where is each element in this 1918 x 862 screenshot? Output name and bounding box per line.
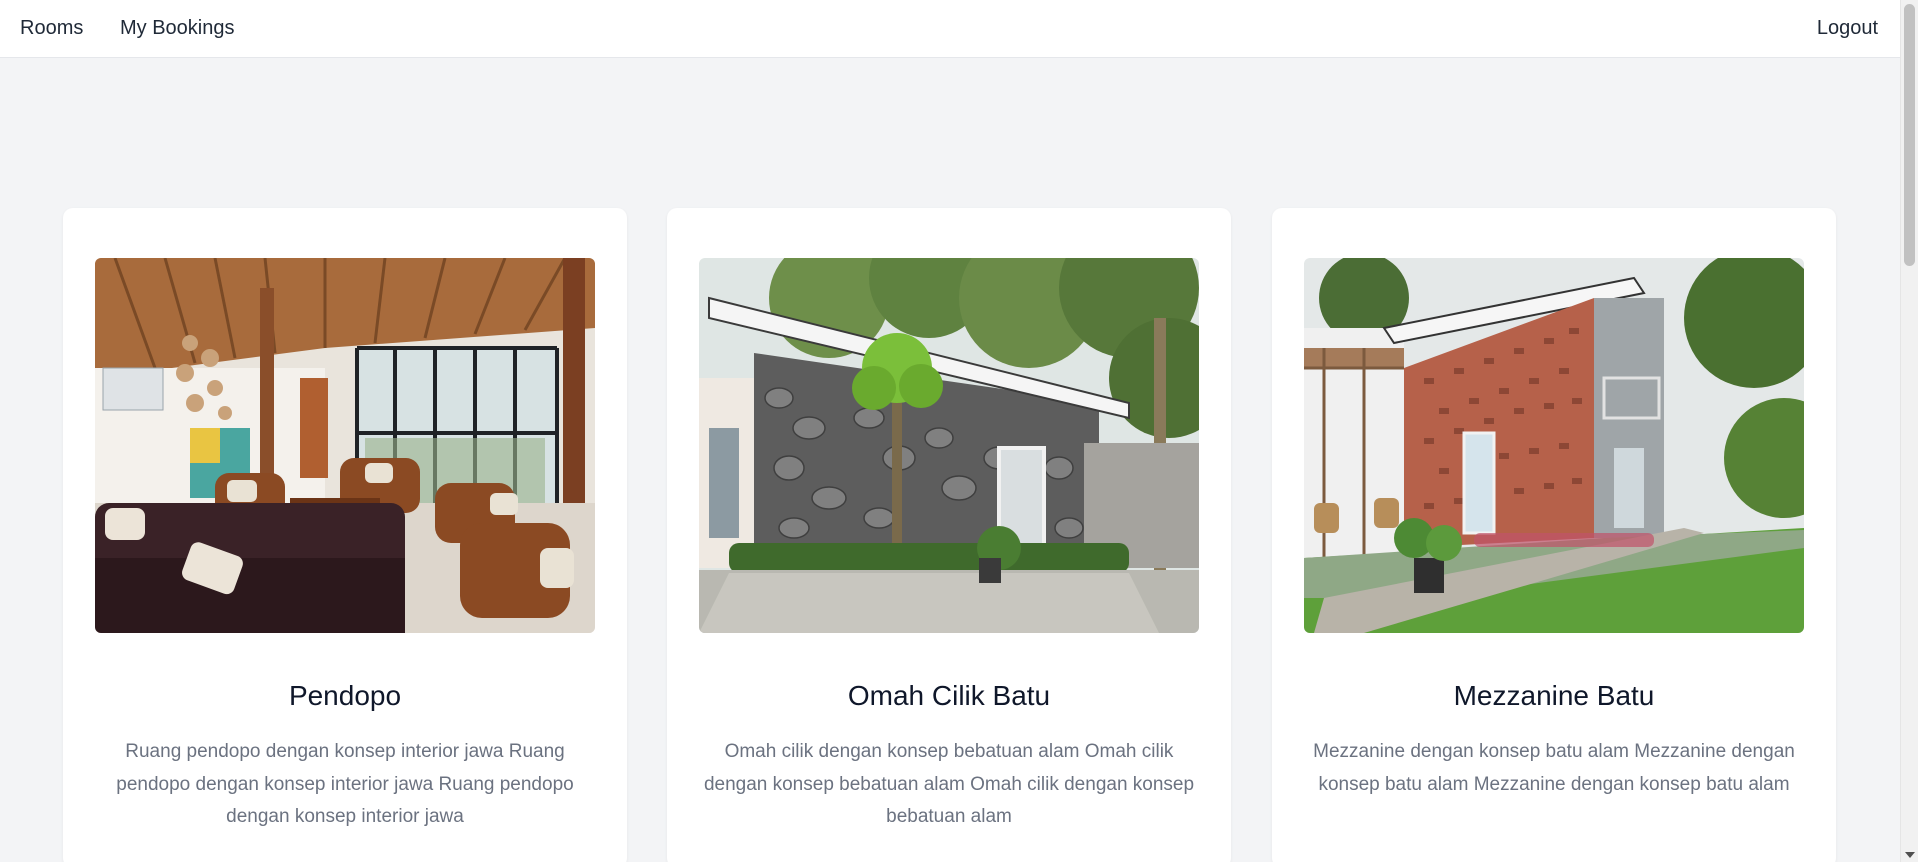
- room-description: Mezzanine dengan konsep batu alam Mezzan…: [1313, 741, 1795, 795]
- room-card[interactable]: Mezzanine Batu Mezzanine dengan konsep b…: [1272, 208, 1836, 862]
- room-card[interactable]: Pendopo Ruang pendopo dengan konsep inte…: [63, 208, 627, 862]
- room-description: Omah cilik dengan konsep bebatuan alam O…: [703, 741, 1195, 827]
- top-navbar: Rooms My Bookings Logout: [0, 0, 1900, 58]
- scrollbar-thumb[interactable]: [1904, 4, 1915, 266]
- room-card[interactable]: Omah Cilik Batu Omah cilik dengan konsep…: [667, 208, 1231, 862]
- room-image-mezzanine-batu: [1304, 258, 1804, 633]
- room-title: Omah Cilik Batu: [847, 680, 1051, 711]
- logout-link[interactable]: Logout: [1817, 17, 1878, 40]
- room-card-grid: Pendopo Ruang pendopo dengan konsep inte…: [63, 208, 1837, 862]
- page-scrollbar[interactable]: [1900, 0, 1918, 862]
- room-title: Mezzanine Batu: [1453, 680, 1655, 711]
- nav-my-bookings-link[interactable]: My Bookings: [120, 17, 235, 40]
- room-image-pendopo: [95, 258, 595, 633]
- nav-rooms-link[interactable]: Rooms: [20, 17, 83, 40]
- room-description: Ruang pendopo dengan konsep interior jaw…: [116, 741, 574, 827]
- room-image-omah-cilik-batu: [699, 258, 1199, 633]
- room-title: Pendopo: [288, 680, 402, 711]
- scroll-down-arrow-icon[interactable]: [1905, 852, 1915, 858]
